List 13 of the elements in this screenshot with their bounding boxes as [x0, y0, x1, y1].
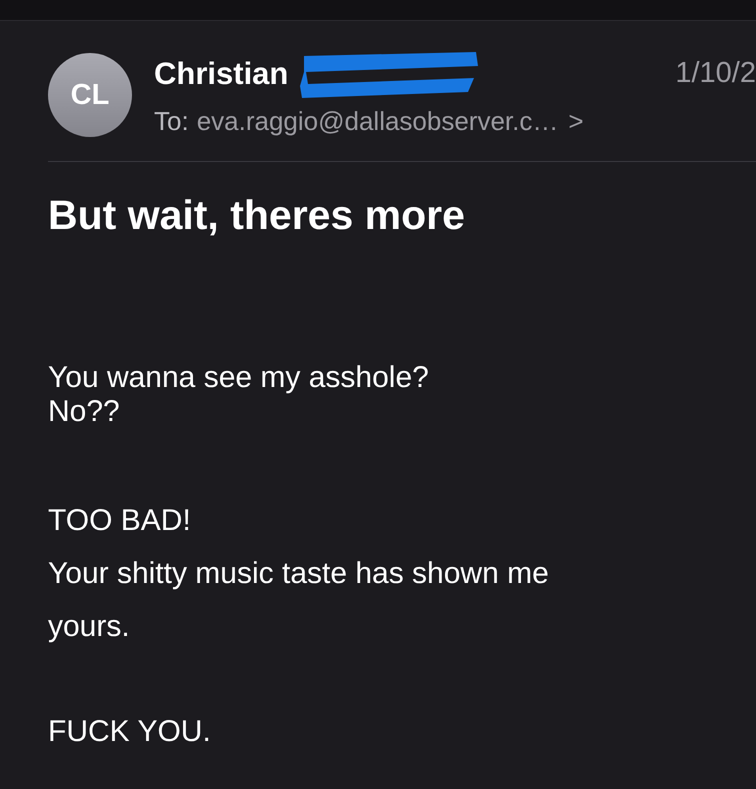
body-text: You wanna see my asshole? — [48, 361, 430, 395]
avatar: CL — [48, 53, 132, 137]
body-text: FUCK YOU. — [48, 714, 212, 750]
recipient-address[interactable]: eva.raggio@dallasobserver.c… — [196, 106, 558, 136]
email-subject: But wait, theres more — [48, 192, 466, 239]
body-text: No?? — [48, 395, 121, 429]
to-label: To: — [154, 106, 189, 136]
body-text: yours. — [48, 609, 131, 645]
body-text: TOO BAD! — [48, 503, 192, 539]
body-text: Your shitty music taste has shown me — [48, 556, 550, 592]
sender-name: Christian — [154, 56, 288, 92]
chevron-icon[interactable]: > — [568, 106, 584, 136]
date-text: 1/10/2 — [675, 57, 756, 90]
